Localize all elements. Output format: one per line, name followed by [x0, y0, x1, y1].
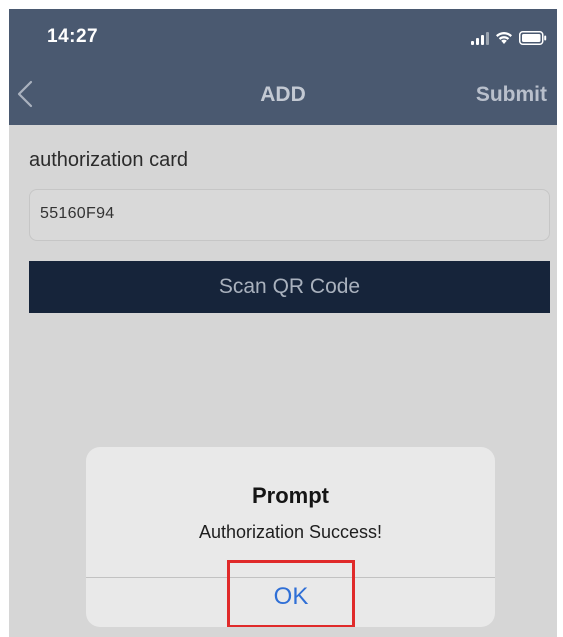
authorization-card-field[interactable]: 55160F94 [29, 189, 550, 241]
scan-qr-code-button[interactable]: Scan QR Code [29, 261, 550, 313]
authorization-card-value: 55160F94 [40, 205, 115, 222]
status-icons [471, 29, 547, 45]
status-time: 14:27 [47, 26, 99, 47]
phone-screen: 14:27 ADD Submit authorization card 5516… [9, 9, 557, 637]
page-title: ADD [260, 83, 306, 106]
wifi-icon [495, 31, 513, 45]
prompt-dialog: Prompt Authorization Success! OK [86, 447, 495, 627]
dialog-title: Prompt [252, 483, 329, 508]
battery-icon [519, 31, 547, 45]
signal-icon [471, 32, 489, 45]
dialog-message: Authorization Success! [198, 522, 383, 542]
nav-bar: ADD Submit [9, 65, 557, 125]
authorization-card-label: authorization card [29, 149, 188, 171]
submit-button[interactable]: Submit [476, 83, 547, 107]
status-bar: 14:27 [9, 9, 557, 65]
ok-button[interactable]: OK [227, 560, 355, 627]
